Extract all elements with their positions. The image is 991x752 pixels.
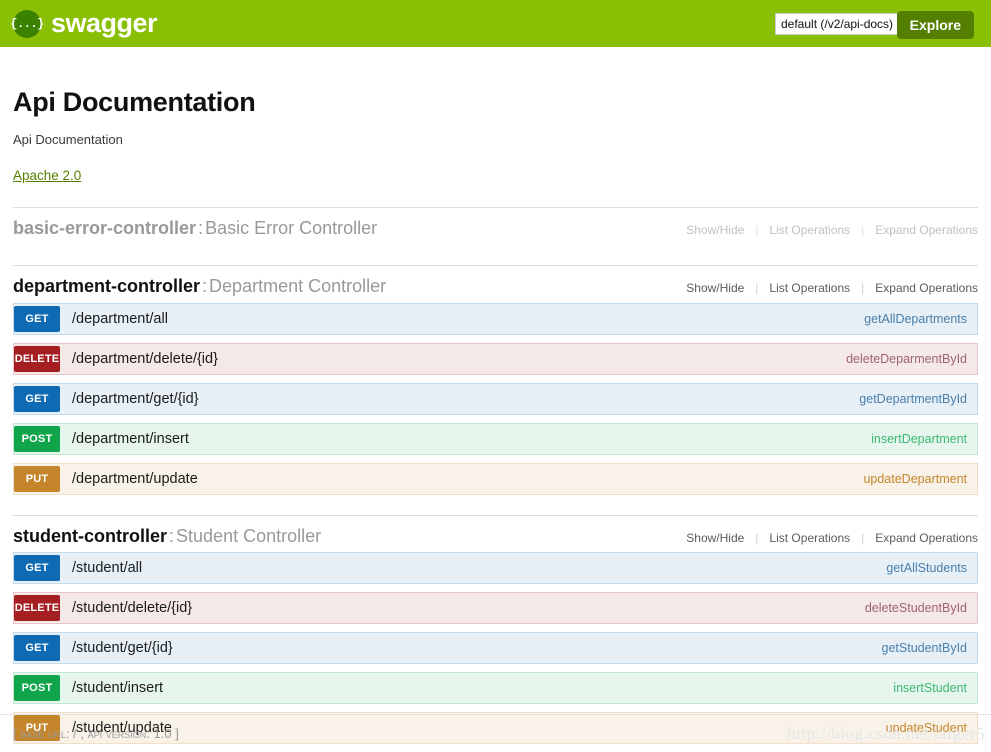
- method-badge-post: POST: [14, 675, 60, 702]
- operation-nickname[interactable]: getAllStudents: [886, 561, 977, 575]
- swagger-brace-icon: {...}: [10, 9, 44, 38]
- base-url-label: BASE URL: [20, 726, 66, 741]
- api-spec-select-value: default (/v2/api-docs): [781, 16, 894, 31]
- list-operations-link[interactable]: List Operations: [758, 223, 861, 237]
- page-title: Api Documentation: [13, 87, 256, 117]
- swagger-logo[interactable]: {...} swagger: [10, 8, 158, 38]
- operation-nickname[interactable]: getStudentById: [882, 641, 977, 655]
- resource-section-student-controller: student-controller: Student Controller Sho…: [13, 514, 978, 745]
- operation-row-updateDepartment[interactable]: PUT/department/update updateDepartment: [13, 462, 978, 495]
- footer-open-bracket: [: [13, 726, 17, 741]
- resource-header: department-controller: Department Control…: [13, 264, 978, 303]
- footer-info: [ BASE URL: / , API VERSION: 1.0 ]: [13, 726, 179, 741]
- operation-path[interactable]: /department/get/{id}: [67, 391, 859, 407]
- resource-list: basic-error-controller: Basic Error Contr…: [13, 207, 978, 745]
- operation-nickname[interactable]: updateDepartment: [863, 472, 977, 486]
- show-hide-link[interactable]: Show/Hide: [686, 531, 755, 545]
- operation-row-insertStudent[interactable]: POST/student/insert insertStudent: [13, 672, 978, 705]
- resource-description: Student Controller: [176, 525, 322, 546]
- resource-separator: :: [198, 218, 204, 238]
- license-link[interactable]: Apache 2.0: [13, 168, 81, 183]
- expand-operations-link[interactable]: Expand Operations: [864, 531, 978, 545]
- operation-row-deleteStudentById[interactable]: DELETE/student/delete/{id} deleteStudentB…: [13, 592, 978, 625]
- footer-close-bracket: ]: [175, 726, 179, 741]
- method-badge-get: GET: [14, 635, 60, 662]
- method-badge-get: GET: [14, 385, 60, 412]
- operation-nickname[interactable]: getAllDepartments: [864, 312, 977, 326]
- resource-title[interactable]: department-controller: Department Control…: [13, 275, 387, 297]
- resource-options: Show/Hide | List Operations | Expand Operati…: [686, 531, 978, 545]
- footer-comma: ,: [80, 726, 85, 741]
- operation-path[interactable]: /student/insert: [67, 680, 893, 696]
- resource-separator: :: [202, 275, 208, 296]
- operation-nickname[interactable]: getDepartmentById: [859, 392, 977, 406]
- show-hide-link[interactable]: Show/Hide: [686, 223, 755, 237]
- resource-name: department-controller: [13, 275, 201, 296]
- method-badge-post: POST: [14, 425, 60, 452]
- header-controls: default (/v2/api-docs) ▼ Explore: [775, 0, 991, 47]
- resource-options: Show/Hide | List Operations | Expand Operati…: [686, 223, 978, 237]
- operation-nickname[interactable]: deleteDeparmentById: [846, 352, 977, 366]
- api-version-value: 1.0: [153, 726, 172, 741]
- watermark-text: http://blog.csdn.net/larger5: [787, 724, 985, 743]
- method-badge-get: GET: [14, 305, 60, 332]
- api-version-label: API VERSION: [87, 726, 147, 741]
- operation-row-getDepartmentById[interactable]: GET/department/get/{id} getDepartmentById: [13, 382, 978, 415]
- operation-nickname[interactable]: deleteStudentById: [865, 601, 977, 615]
- explore-button[interactable]: Explore: [896, 11, 974, 40]
- api-description: Api Documentation: [13, 132, 123, 147]
- resource-section-department-controller: department-controller: Department Control…: [13, 264, 978, 495]
- operation-nickname[interactable]: insertDepartment: [871, 432, 977, 446]
- operation-path[interactable]: /student/delete/{id}: [67, 600, 865, 616]
- method-badge-delete: DELETE: [14, 345, 60, 372]
- main-content: Api Documentation Api Documentation Apac…: [0, 87, 991, 745]
- operation-path[interactable]: /student/get/{id}: [67, 640, 882, 656]
- list-operations-link[interactable]: List Operations: [758, 531, 861, 545]
- resource-title[interactable]: student-controller: Student Controller: [13, 525, 322, 547]
- expand-operations-link[interactable]: Expand Operations: [864, 223, 978, 237]
- resource-name: student-controller: [13, 525, 168, 546]
- method-badge-put: PUT: [14, 465, 60, 492]
- method-badge-delete: DELETE: [14, 595, 60, 622]
- operation-row-getAllStudents[interactable]: GET/student/all getAllStudents: [13, 552, 978, 585]
- page-footer: [ BASE URL: / , API VERSION: 1.0 ] http:…: [0, 714, 991, 752]
- operation-nickname[interactable]: insertStudent: [893, 681, 977, 695]
- show-hide-link[interactable]: Show/Hide: [686, 281, 755, 295]
- resource-options: Show/Hide | List Operations | Expand Operati…: [686, 281, 978, 295]
- resource-section-basic-error-controller: basic-error-controller: Basic Error Contr…: [13, 207, 978, 245]
- resource-name: basic-error-controller: [13, 218, 197, 238]
- operation-row-insertDepartment[interactable]: POST/department/insert insertDepartment: [13, 422, 978, 455]
- operation-path[interactable]: /department/update: [67, 471, 863, 487]
- expand-operations-link[interactable]: Expand Operations: [864, 281, 978, 295]
- resource-separator: :: [169, 525, 175, 546]
- resource-header: basic-error-controller: Basic Error Contr…: [13, 207, 978, 245]
- operation-row-deleteDeparmentById[interactable]: DELETE/department/delete/{id} deleteDepar…: [13, 342, 978, 375]
- operation-path[interactable]: /department/insert: [67, 431, 871, 447]
- method-badge-get: GET: [14, 555, 60, 582]
- operation-row-getAllDepartments[interactable]: GET/department/all getAllDepartments: [13, 302, 978, 335]
- resource-header: student-controller: Student Controller Sho…: [13, 514, 978, 553]
- resource-title[interactable]: basic-error-controller: Basic Error Contr…: [13, 218, 378, 239]
- operation-path[interactable]: /department/delete/{id}: [67, 351, 846, 367]
- operation-path[interactable]: /department/all: [67, 311, 864, 327]
- resource-description: Basic Error Controller: [205, 218, 378, 238]
- resource-description: Department Controller: [209, 275, 387, 296]
- operation-path[interactable]: /student/all: [67, 560, 886, 576]
- base-url-value: /: [73, 726, 77, 741]
- list-operations-link[interactable]: List Operations: [758, 281, 861, 295]
- operation-row-getStudentById[interactable]: GET/student/get/{id} getStudentById: [13, 632, 978, 665]
- app-header: {...} swagger default (/v2/api-docs) ▼ E…: [0, 0, 991, 47]
- swagger-logo-text: swagger: [51, 8, 158, 38]
